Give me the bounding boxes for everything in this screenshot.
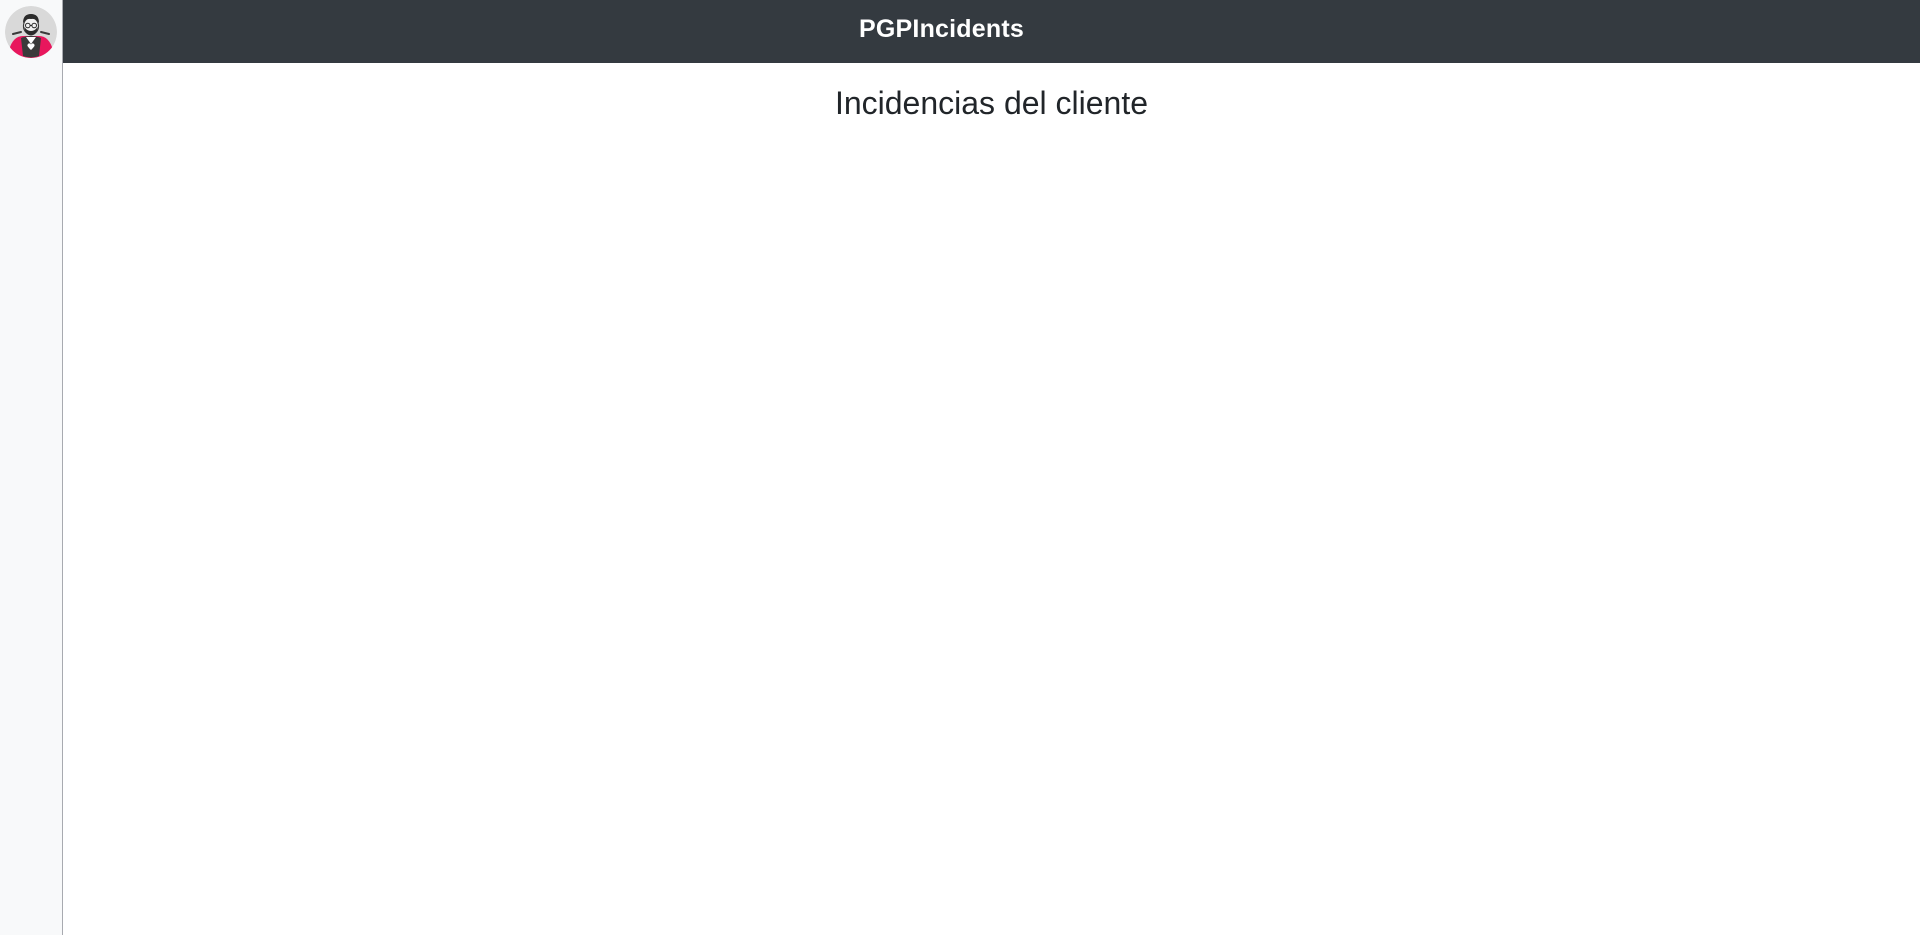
top-navbar: PGPIncidents	[63, 0, 1920, 63]
user-avatar[interactable]	[5, 6, 57, 58]
app-root: PGPIncidents Incidencias del cliente	[0, 0, 1920, 935]
brand-title[interactable]: PGPIncidents	[859, 15, 1024, 44]
sidebar	[0, 0, 63, 935]
page-title: Incidencias del cliente	[834, 85, 1149, 121]
main-content: Incidencias del cliente	[63, 63, 1920, 935]
user-avatar-icon	[5, 6, 57, 58]
